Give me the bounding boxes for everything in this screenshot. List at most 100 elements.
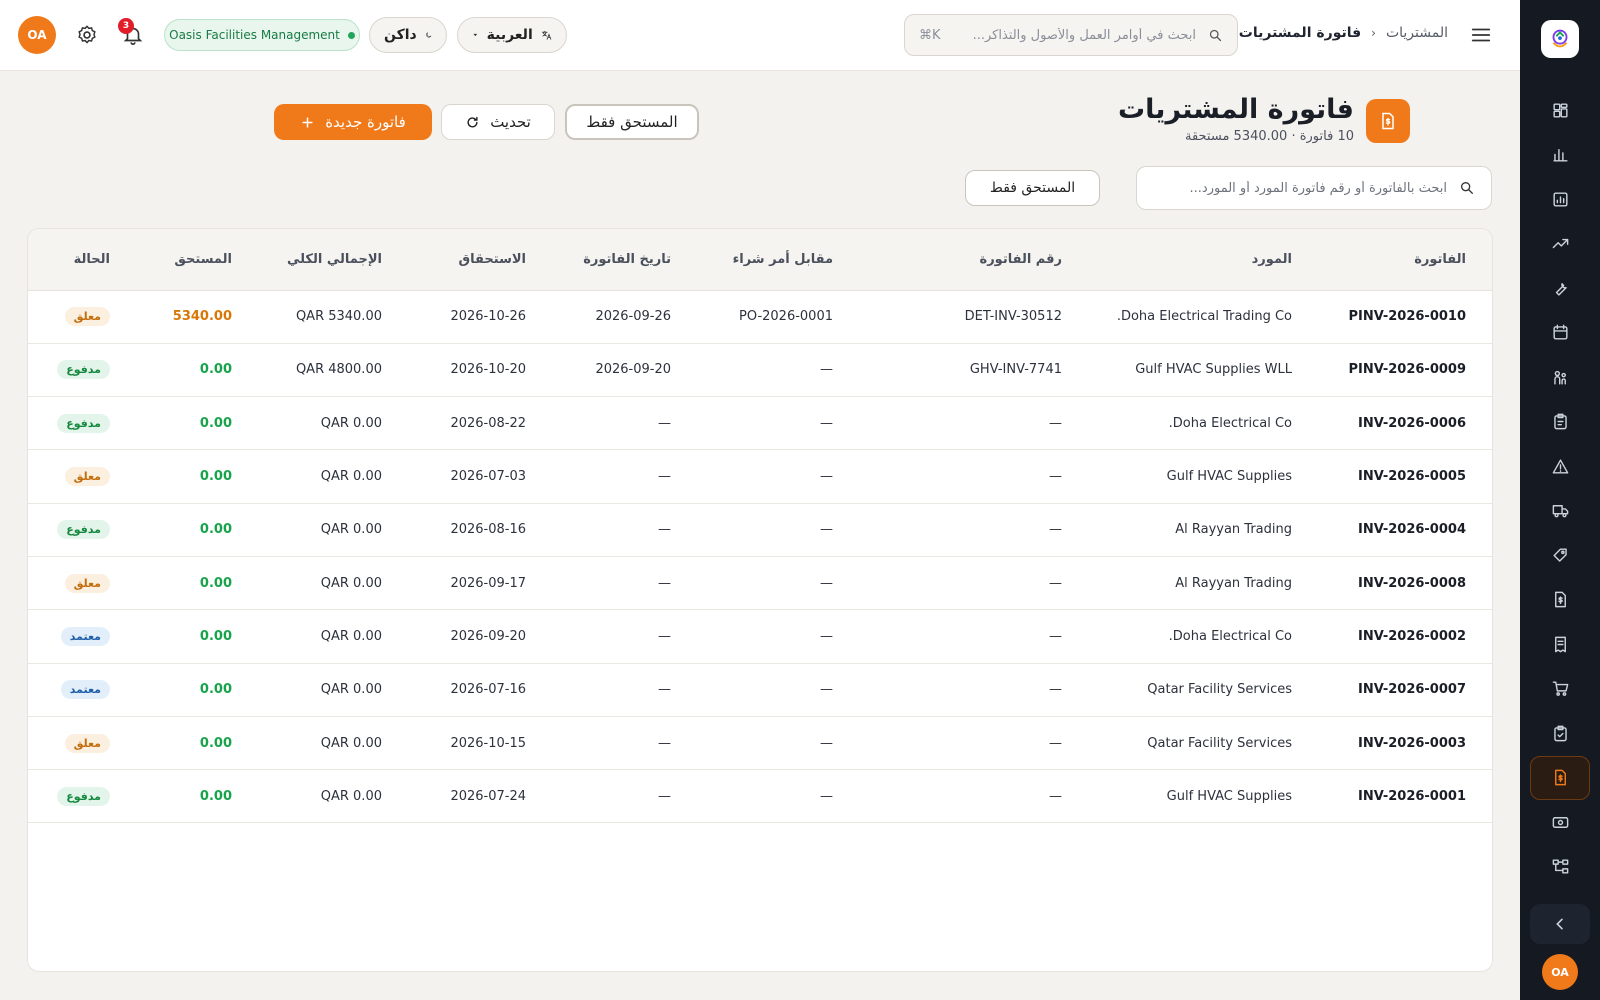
- invoice-search-input[interactable]: [1153, 180, 1447, 196]
- header-col-due[interactable]: المستحق: [136, 229, 258, 291]
- status-badge: معتمد: [60, 680, 110, 700]
- sidebar-item-clipboard-check[interactable]: [1530, 711, 1590, 756]
- invoice-icon: [1382, 112, 1394, 130]
- supplier-invoice-cell: —: [859, 716, 1088, 771]
- status-dot: [347, 31, 355, 39]
- invoice-cell[interactable]: INV-2026-0007: [1318, 663, 1492, 717]
- po-cell: —: [697, 663, 859, 717]
- due-only-toggle-button[interactable]: المستحق فقط: [565, 104, 699, 140]
- invoice-cell[interactable]: INV-2026-0006: [1318, 396, 1492, 451]
- sidebar-avatar[interactable]: OA: [1542, 954, 1578, 990]
- breadcrumb-parent[interactable]: المشتريات: [1386, 25, 1448, 41]
- invoice-cell[interactable]: INV-2026-0005: [1318, 449, 1492, 504]
- header-col-total[interactable]: الإجمالي الكلي: [258, 229, 408, 291]
- invoice-search[interactable]: [1136, 166, 1492, 210]
- table-row[interactable]: INV-2026-0004 Al Rayyan Trading — — —2026-08…: [28, 503, 1492, 557]
- tag-icon: [1552, 548, 1567, 562]
- global-search[interactable]: ⌘K: [904, 14, 1238, 56]
- status-badge: معلق: [64, 733, 110, 753]
- invoice-cell[interactable]: INV-2026-0002: [1318, 609, 1492, 664]
- status-badge: معلق: [64, 573, 110, 593]
- table-row[interactable]: INV-2026-0003 Qatar Facility Services — — —2…: [28, 716, 1492, 771]
- header-col-due-date[interactable]: الاستحقاق: [408, 229, 552, 291]
- organization-name: Oasis Facilities Management: [169, 28, 340, 42]
- table-row[interactable]: INV-2026-0005 Gulf HVAC Supplies — — —2026-0…: [28, 449, 1492, 504]
- sidebar-item-report[interactable]: [1530, 177, 1590, 222]
- table-row[interactable]: INV-2026-0008 Al Rayyan Trading — — —2026-09…: [28, 556, 1492, 611]
- invoice-date-cell: —: [552, 449, 697, 504]
- sidebar-collapse-button[interactable]: [1530, 904, 1590, 944]
- supplier-invoice-cell: DET-INV-30512: [859, 290, 1088, 344]
- wrench-icon: [1555, 282, 1567, 296]
- invoice-date-cell: —: [552, 769, 697, 824]
- clipboard-check-icon: [1553, 725, 1567, 742]
- header-col-invoice[interactable]: الفاتورة: [1318, 229, 1492, 291]
- header-col-invoice-date[interactable]: تاريخ الفاتورة: [552, 229, 697, 291]
- invoice-cell[interactable]: PINV-2026-0010: [1318, 290, 1492, 344]
- gear-icon[interactable]: [76, 24, 98, 46]
- sidebar-item-cart[interactable]: [1530, 667, 1590, 712]
- user-avatar[interactable]: OA: [18, 16, 56, 54]
- sidebar-item-calendar[interactable]: [1530, 311, 1590, 356]
- clipboard-icon: [1553, 413, 1567, 430]
- report-icon: [1552, 192, 1568, 207]
- po-cell: —: [697, 556, 859, 611]
- plus-icon: [302, 116, 313, 128]
- sidebar-item-workflow[interactable]: [1530, 845, 1590, 890]
- header-col-status[interactable]: الحالة: [28, 229, 136, 291]
- sidebar-item-clipboard[interactable]: [1530, 400, 1590, 445]
- header-col-po[interactable]: مقابل أمر شراء: [697, 229, 859, 291]
- po-cell: —: [697, 449, 859, 504]
- notification-badge: 3: [118, 18, 134, 34]
- supplier-invoice-cell: —: [859, 449, 1088, 504]
- trend-icon: [1552, 239, 1568, 249]
- due-cell: 0.00: [136, 449, 258, 504]
- new-invoice-button[interactable]: فاتورة جديدة: [274, 104, 432, 140]
- table-row[interactable]: INV-2026-0006 Doha Electrical Co. — — —2026-…: [28, 396, 1492, 451]
- due-only-filter-button[interactable]: المستحق فقط: [965, 170, 1100, 206]
- language-label: العربية: [486, 27, 533, 43]
- invoice-cell[interactable]: INV-2026-0001: [1318, 769, 1492, 824]
- invoice-cell[interactable]: INV-2026-0008: [1318, 556, 1492, 611]
- sidebar-item-warning[interactable]: [1530, 444, 1590, 489]
- supplier-cell: Qatar Facility Services: [1088, 716, 1318, 771]
- table-row[interactable]: PINV-2026-0010 Doha Electrical Trading Co…: [28, 290, 1492, 344]
- po-cell: —: [697, 503, 859, 557]
- status-cell: مدفوع: [28, 503, 136, 557]
- menu-icon[interactable]: [1470, 24, 1492, 46]
- sidebar-item-bar-chart[interactable]: [1530, 133, 1590, 178]
- sidebar-item-dashboard[interactable]: [1530, 88, 1590, 133]
- table-row[interactable]: PINV-2026-0009 Gulf HVAC Supplies WLL GHV-…: [28, 343, 1492, 398]
- sidebar-item-team[interactable]: [1530, 355, 1590, 400]
- header-col-supplier-invoice[interactable]: رقم الفاتورة: [859, 229, 1088, 291]
- invoice-date-cell: 2026-09-26: [552, 290, 697, 344]
- header-col-supplier[interactable]: المورد: [1088, 229, 1318, 291]
- invoice-cell[interactable]: INV-2026-0004: [1318, 503, 1492, 557]
- sidebar-item-trend[interactable]: [1530, 222, 1590, 267]
- po-cell: —: [697, 716, 859, 771]
- table-row[interactable]: INV-2026-0002 Doha Electrical Co. — — —2026-…: [28, 609, 1492, 664]
- sidebar-item-receipt[interactable]: [1530, 622, 1590, 667]
- po-cell: PO-2026-0001: [697, 290, 859, 344]
- supplier-cell: Qatar Facility Services: [1088, 663, 1318, 717]
- theme-toggle[interactable]: داكن: [369, 17, 447, 53]
- due-date-cell: 2026-07-24: [408, 769, 552, 824]
- sidebar-item-invoice[interactable]: [1530, 578, 1590, 623]
- sidebar-item-tag[interactable]: [1530, 533, 1590, 578]
- status-cell: مدفوع: [28, 769, 136, 824]
- sidebar-item-wrench[interactable]: [1530, 266, 1590, 311]
- language-selector[interactable]: العربية: [457, 17, 567, 53]
- status-badge: معتمد: [60, 626, 110, 646]
- table-row[interactable]: INV-2026-0007 Qatar Facility Services — — —2…: [28, 663, 1492, 717]
- organization-badge[interactable]: Oasis Facilities Management: [164, 19, 360, 51]
- sidebar-item-purchase-invoice[interactable]: [1530, 755, 1590, 800]
- refresh-button[interactable]: تحديث: [441, 104, 555, 140]
- invoice-cell[interactable]: INV-2026-0003: [1318, 716, 1492, 771]
- global-search-input[interactable]: [952, 27, 1196, 43]
- table-row[interactable]: INV-2026-0001 Gulf HVAC Supplies — — —2026-0…: [28, 769, 1492, 824]
- app-logo[interactable]: [1541, 20, 1579, 58]
- invoice-cell[interactable]: PINV-2026-0009: [1318, 343, 1492, 398]
- sidebar-item-truck[interactable]: [1530, 489, 1590, 534]
- refresh-label: تحديث: [490, 113, 531, 131]
- sidebar-item-cash[interactable]: [1530, 800, 1590, 845]
